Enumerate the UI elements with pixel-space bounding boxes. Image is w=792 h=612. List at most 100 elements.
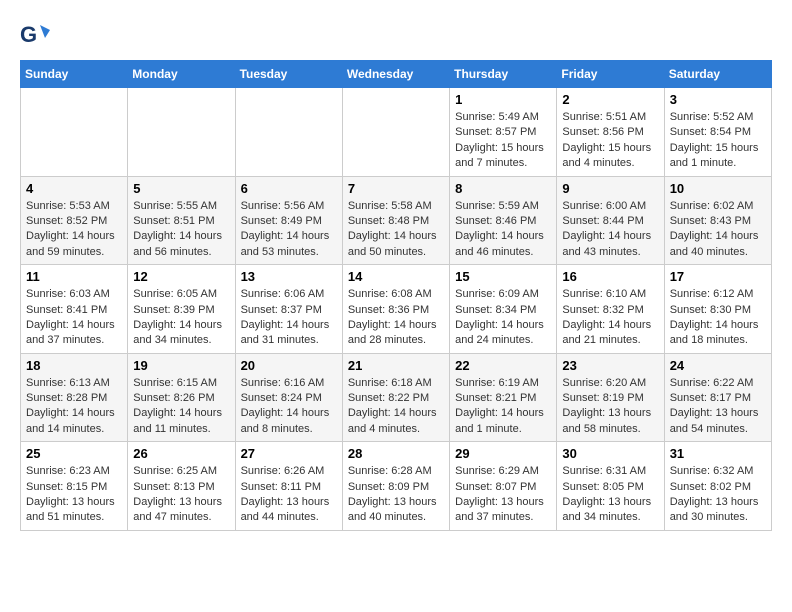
weekday-header: Wednesday — [342, 61, 449, 88]
day-number: 17 — [670, 269, 766, 284]
day-info: Sunrise: 6:18 AM Sunset: 8:22 PM Dayligh… — [348, 376, 444, 438]
calendar-cell: 17 Sunrise: 6:12 AM Sunset: 8:30 PM Dayli… — [664, 265, 771, 354]
day-info: Sunrise: 6:22 AM Sunset: 8:17 PM Dayligh… — [670, 376, 766, 438]
calendar-body: 1 Sunrise: 5:49 AM Sunset: 8:57 PM Daylig… — [21, 88, 772, 531]
day-number: 5 — [133, 181, 229, 196]
day-number: 16 — [562, 269, 658, 284]
calendar-cell: 31 Sunrise: 6:32 AM Sunset: 8:02 PM Dayli… — [664, 442, 771, 531]
day-number: 23 — [562, 358, 658, 373]
calendar-cell: 21 Sunrise: 6:18 AM Sunset: 8:22 PM Dayli… — [342, 353, 449, 442]
day-info: Sunrise: 6:26 AM Sunset: 8:11 PM Dayligh… — [241, 464, 337, 526]
calendar-cell: 30 Sunrise: 6:31 AM Sunset: 8:05 PM Dayli… — [557, 442, 664, 531]
day-number: 12 — [133, 269, 229, 284]
calendar-table: SundayMondayTuesdayWednesdayThursdayFrid… — [20, 60, 772, 531]
day-number: 24 — [670, 358, 766, 373]
weekday-header: Friday — [557, 61, 664, 88]
day-info: Sunrise: 6:05 AM Sunset: 8:39 PM Dayligh… — [133, 287, 229, 349]
calendar-cell: 1 Sunrise: 5:49 AM Sunset: 8:57 PM Daylig… — [450, 88, 557, 177]
calendar-cell — [21, 88, 128, 177]
day-number: 21 — [348, 358, 444, 373]
day-info: Sunrise: 6:03 AM Sunset: 8:41 PM Dayligh… — [26, 287, 122, 349]
calendar-cell: 6 Sunrise: 5:56 AM Sunset: 8:49 PM Daylig… — [235, 176, 342, 265]
weekday-header: Thursday — [450, 61, 557, 88]
day-info: Sunrise: 6:12 AM Sunset: 8:30 PM Dayligh… — [670, 287, 766, 349]
day-number: 28 — [348, 446, 444, 461]
day-number: 1 — [455, 92, 551, 107]
day-number: 30 — [562, 446, 658, 461]
calendar-cell: 5Sunrise: 5:55 AM Sunset: 8:51 PM Daylig… — [128, 176, 235, 265]
page-header: G — [20, 20, 772, 50]
day-info: Sunrise: 6:13 AM Sunset: 8:28 PM Dayligh… — [26, 376, 122, 438]
day-number: 3 — [670, 92, 766, 107]
calendar-week-row: 11 Sunrise: 6:03 AM Sunset: 8:41 PM Dayli… — [21, 265, 772, 354]
day-info: Sunrise: 6:00 AM Sunset: 8:44 PM Dayligh… — [562, 199, 658, 261]
day-number: 13 — [241, 269, 337, 284]
calendar-cell: 16 Sunrise: 6:10 AM Sunset: 8:32 PM Dayli… — [557, 265, 664, 354]
day-info: Sunrise: 5:51 AM Sunset: 8:56 PM Dayligh… — [562, 110, 658, 172]
day-info: Sunrise: 5:53 AM Sunset: 8:52 PM Dayligh… — [26, 199, 122, 261]
day-info: Sunrise: 6:16 AM Sunset: 8:24 PM Dayligh… — [241, 376, 337, 438]
calendar-header: SundayMondayTuesdayWednesdayThursdayFrid… — [21, 61, 772, 88]
day-info: Sunrise: 6:29 AM Sunset: 8:07 PM Dayligh… — [455, 464, 551, 526]
day-info: Sunrise: 5:56 AM Sunset: 8:49 PM Dayligh… — [241, 199, 337, 261]
svg-text:G: G — [20, 22, 37, 47]
day-number: 31 — [670, 446, 766, 461]
weekday-row: SundayMondayTuesdayWednesdayThursdayFrid… — [21, 61, 772, 88]
day-number: 10 — [670, 181, 766, 196]
day-number: 29 — [455, 446, 551, 461]
day-number: 4 — [26, 181, 122, 196]
day-number: 2 — [562, 92, 658, 107]
calendar-cell: 11 Sunrise: 6:03 AM Sunset: 8:41 PM Dayli… — [21, 265, 128, 354]
calendar-cell: 27Sunrise: 6:26 AM Sunset: 8:11 PM Dayli… — [235, 442, 342, 531]
day-info: Sunrise: 5:49 AM Sunset: 8:57 PM Dayligh… — [455, 110, 551, 172]
calendar-cell — [128, 88, 235, 177]
calendar-cell: 14Sunrise: 6:08 AM Sunset: 8:36 PM Dayli… — [342, 265, 449, 354]
day-number: 6 — [241, 181, 337, 196]
day-info: Sunrise: 6:23 AM Sunset: 8:15 PM Dayligh… — [26, 464, 122, 526]
weekday-header: Sunday — [21, 61, 128, 88]
day-number: 14 — [348, 269, 444, 284]
calendar-cell: 19 Sunrise: 6:15 AM Sunset: 8:26 PM Dayli… — [128, 353, 235, 442]
day-info: Sunrise: 6:02 AM Sunset: 8:43 PM Dayligh… — [670, 199, 766, 261]
calendar-week-row: 18 Sunrise: 6:13 AM Sunset: 8:28 PM Dayli… — [21, 353, 772, 442]
calendar-cell: 24 Sunrise: 6:22 AM Sunset: 8:17 PM Dayli… — [664, 353, 771, 442]
day-info: Sunrise: 6:15 AM Sunset: 8:26 PM Dayligh… — [133, 376, 229, 438]
calendar-cell: 4 Sunrise: 5:53 AM Sunset: 8:52 PM Daylig… — [21, 176, 128, 265]
calendar-cell: 15 Sunrise: 6:09 AM Sunset: 8:34 PM Dayli… — [450, 265, 557, 354]
calendar-cell: 25Sunrise: 6:23 AM Sunset: 8:15 PM Dayli… — [21, 442, 128, 531]
calendar-cell: 3Sunrise: 5:52 AM Sunset: 8:54 PM Daylig… — [664, 88, 771, 177]
calendar-cell: 9Sunrise: 6:00 AM Sunset: 8:44 PM Daylig… — [557, 176, 664, 265]
calendar-cell: 2 Sunrise: 5:51 AM Sunset: 8:56 PM Daylig… — [557, 88, 664, 177]
day-number: 20 — [241, 358, 337, 373]
day-info: Sunrise: 5:59 AM Sunset: 8:46 PM Dayligh… — [455, 199, 551, 261]
calendar-cell: 26Sunrise: 6:25 AM Sunset: 8:13 PM Dayli… — [128, 442, 235, 531]
calendar-week-row: 4 Sunrise: 5:53 AM Sunset: 8:52 PM Daylig… — [21, 176, 772, 265]
calendar-cell — [235, 88, 342, 177]
day-info: Sunrise: 6:20 AM Sunset: 8:19 PM Dayligh… — [562, 376, 658, 438]
calendar-week-row: 1 Sunrise: 5:49 AM Sunset: 8:57 PM Daylig… — [21, 88, 772, 177]
day-info: Sunrise: 6:31 AM Sunset: 8:05 PM Dayligh… — [562, 464, 658, 526]
calendar-cell: 13Sunrise: 6:06 AM Sunset: 8:37 PM Dayli… — [235, 265, 342, 354]
calendar-cell: 18 Sunrise: 6:13 AM Sunset: 8:28 PM Dayli… — [21, 353, 128, 442]
day-number: 18 — [26, 358, 122, 373]
calendar-cell: 29 Sunrise: 6:29 AM Sunset: 8:07 PM Dayli… — [450, 442, 557, 531]
calendar-cell: 20 Sunrise: 6:16 AM Sunset: 8:24 PM Dayli… — [235, 353, 342, 442]
calendar-cell — [342, 88, 449, 177]
day-info: Sunrise: 6:28 AM Sunset: 8:09 PM Dayligh… — [348, 464, 444, 526]
day-info: Sunrise: 6:10 AM Sunset: 8:32 PM Dayligh… — [562, 287, 658, 349]
weekday-header: Tuesday — [235, 61, 342, 88]
day-number: 26 — [133, 446, 229, 461]
logo-icon: G — [20, 20, 50, 50]
calendar-cell: 10 Sunrise: 6:02 AM Sunset: 8:43 PM Dayli… — [664, 176, 771, 265]
calendar-cell: 8Sunrise: 5:59 AM Sunset: 8:46 PM Daylig… — [450, 176, 557, 265]
day-info: Sunrise: 6:09 AM Sunset: 8:34 PM Dayligh… — [455, 287, 551, 349]
day-number: 19 — [133, 358, 229, 373]
calendar-cell: 28 Sunrise: 6:28 AM Sunset: 8:09 PM Dayli… — [342, 442, 449, 531]
calendar-cell: 23 Sunrise: 6:20 AM Sunset: 8:19 PM Dayli… — [557, 353, 664, 442]
day-info: Sunrise: 5:58 AM Sunset: 8:48 PM Dayligh… — [348, 199, 444, 261]
day-info: Sunrise: 6:32 AM Sunset: 8:02 PM Dayligh… — [670, 464, 766, 526]
day-number: 11 — [26, 269, 122, 284]
day-number: 7 — [348, 181, 444, 196]
day-number: 22 — [455, 358, 551, 373]
day-number: 15 — [455, 269, 551, 284]
